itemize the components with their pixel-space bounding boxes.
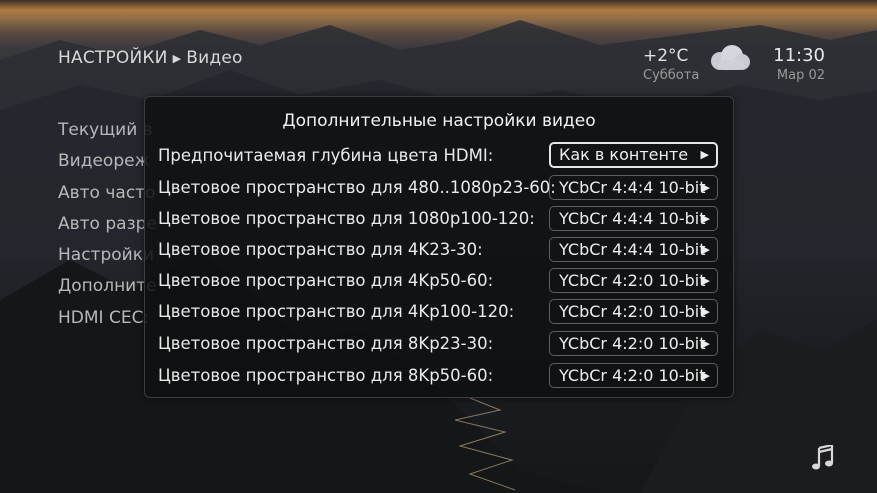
setting-value-selector[interactable]: Как в контенте ▶ bbox=[549, 142, 718, 168]
setting-label: Цветовое пространство для 4K23-30: bbox=[158, 240, 483, 259]
bg-menu-item[interactable]: Дополните bbox=[58, 276, 157, 307]
setting-value-selector[interactable]: YCbCr 4:4:4 10-bit ▶ bbox=[549, 175, 718, 200]
advanced-video-settings-dialog: Дополнительные настройки видео Предпочит… bbox=[144, 96, 734, 398]
setting-value-selector[interactable]: YCbCr 4:2:0 10-bit ▶ bbox=[549, 363, 718, 388]
bg-menu-item[interactable]: Настройки bbox=[58, 245, 157, 276]
music-note-icon bbox=[812, 445, 834, 470]
arrow-right-icon: ▶ bbox=[701, 274, 710, 287]
setting-label: Цветовое пространство для 8Kp23-30: bbox=[158, 334, 494, 353]
setting-row-hdmi-color-depth: Предпочитаемая глубина цвета HDMI: Как в… bbox=[158, 142, 721, 170]
setting-label: Цветовое пространство для 4Kp50-60: bbox=[158, 271, 494, 290]
setting-value-selector[interactable]: YCbCr 4:4:4 10-bit ▶ bbox=[549, 237, 718, 262]
clock-time: 11:30 bbox=[773, 45, 825, 66]
setting-value: YCbCr 4:4:4 10-bit bbox=[559, 209, 706, 228]
background-settings-menu: Текущий в Видеореж Авто часто Авто разре… bbox=[58, 120, 157, 339]
arrow-right-icon: ▶ bbox=[701, 212, 710, 225]
clock-date: Мар 02 bbox=[776, 68, 825, 83]
setting-value: YCbCr 4:2:0 10-bit bbox=[559, 271, 706, 290]
setting-row-colorspace-4k23-30: Цветовое пространство для 4K23-30: YCbCr… bbox=[158, 237, 721, 264]
breadcrumb-root[interactable]: НАСТРОЙКИ bbox=[58, 48, 168, 68]
bg-menu-item[interactable]: Авто разре bbox=[58, 214, 157, 245]
setting-value-selector[interactable]: YCbCr 4:2:0 10-bit ▶ bbox=[549, 331, 718, 356]
bg-menu-item[interactable]: Авто часто bbox=[58, 183, 157, 214]
arrow-right-icon: ▶ bbox=[701, 369, 710, 382]
setting-label: Предпочитаемая глубина цвета HDMI: bbox=[158, 146, 494, 165]
setting-row-colorspace-4kp50-60: Цветовое пространство для 4Kp50-60: YCbC… bbox=[158, 268, 721, 295]
arrow-right-icon: ▶ bbox=[701, 243, 710, 256]
dialog-title: Дополнительные настройки видео bbox=[282, 111, 596, 131]
breadcrumb-current: Видео bbox=[186, 48, 243, 68]
setting-row-colorspace-8kp50-60: Цветовое пространство для 8Kp50-60: YCbC… bbox=[158, 363, 721, 390]
setting-value: Как в контенте bbox=[559, 145, 689, 164]
arrow-right-icon: ▶ bbox=[701, 181, 710, 194]
setting-label: Цветовое пространство для 8Kp50-60: bbox=[158, 366, 494, 385]
setting-value-selector[interactable]: YCbCr 4:2:0 10-bit ▶ bbox=[549, 299, 718, 324]
arrow-right-icon: ▶ bbox=[700, 148, 709, 161]
setting-row-colorspace-4kp100-120: Цветовое пространство для 4Kp100-120: YC… bbox=[158, 299, 721, 326]
bg-menu-item[interactable]: HDMI CEC: bbox=[58, 308, 157, 339]
setting-row-colorspace-8kp23-30: Цветовое пространство для 8Kp23-30: YCbC… bbox=[158, 331, 721, 358]
breadcrumb-separator-icon: ▶ bbox=[172, 52, 182, 65]
setting-value: YCbCr 4:2:0 10-bit bbox=[559, 334, 706, 353]
arrow-right-icon: ▶ bbox=[701, 337, 710, 350]
setting-value: YCbCr 4:4:4 10-bit bbox=[559, 178, 706, 197]
setting-value: YCbCr 4:4:4 10-bit bbox=[559, 240, 706, 259]
setting-value: YCbCr 4:2:0 10-bit bbox=[559, 366, 706, 385]
weather-temperature: +2°C bbox=[643, 46, 689, 66]
setting-value-selector[interactable]: YCbCr 4:2:0 10-bit ▶ bbox=[549, 268, 718, 293]
setting-value: YCbCr 4:2:0 10-bit bbox=[559, 302, 706, 321]
setting-row-colorspace-480-1080p23-60: Цветовое пространство для 480..1080p23-6… bbox=[158, 175, 721, 202]
cloud-icon bbox=[711, 45, 750, 70]
setting-row-colorspace-1080p100-120: Цветовое пространство для 1080p100-120: … bbox=[158, 206, 721, 233]
setting-label: Цветовое пространство для 1080p100-120: bbox=[158, 209, 535, 228]
weather-day: Суббота bbox=[643, 68, 700, 83]
setting-label: Цветовое пространство для 480..1080p23-6… bbox=[158, 178, 556, 197]
setting-label: Цветовое пространство для 4Kp100-120: bbox=[158, 302, 515, 321]
arrow-right-icon: ▶ bbox=[701, 305, 710, 318]
bg-menu-item[interactable]: Текущий в bbox=[58, 120, 157, 151]
bg-menu-item[interactable]: Видеореж bbox=[58, 151, 157, 182]
breadcrumb: НАСТРОЙКИ ▶ Видео bbox=[58, 48, 243, 68]
setting-value-selector[interactable]: YCbCr 4:4:4 10-bit ▶ bbox=[549, 206, 718, 231]
